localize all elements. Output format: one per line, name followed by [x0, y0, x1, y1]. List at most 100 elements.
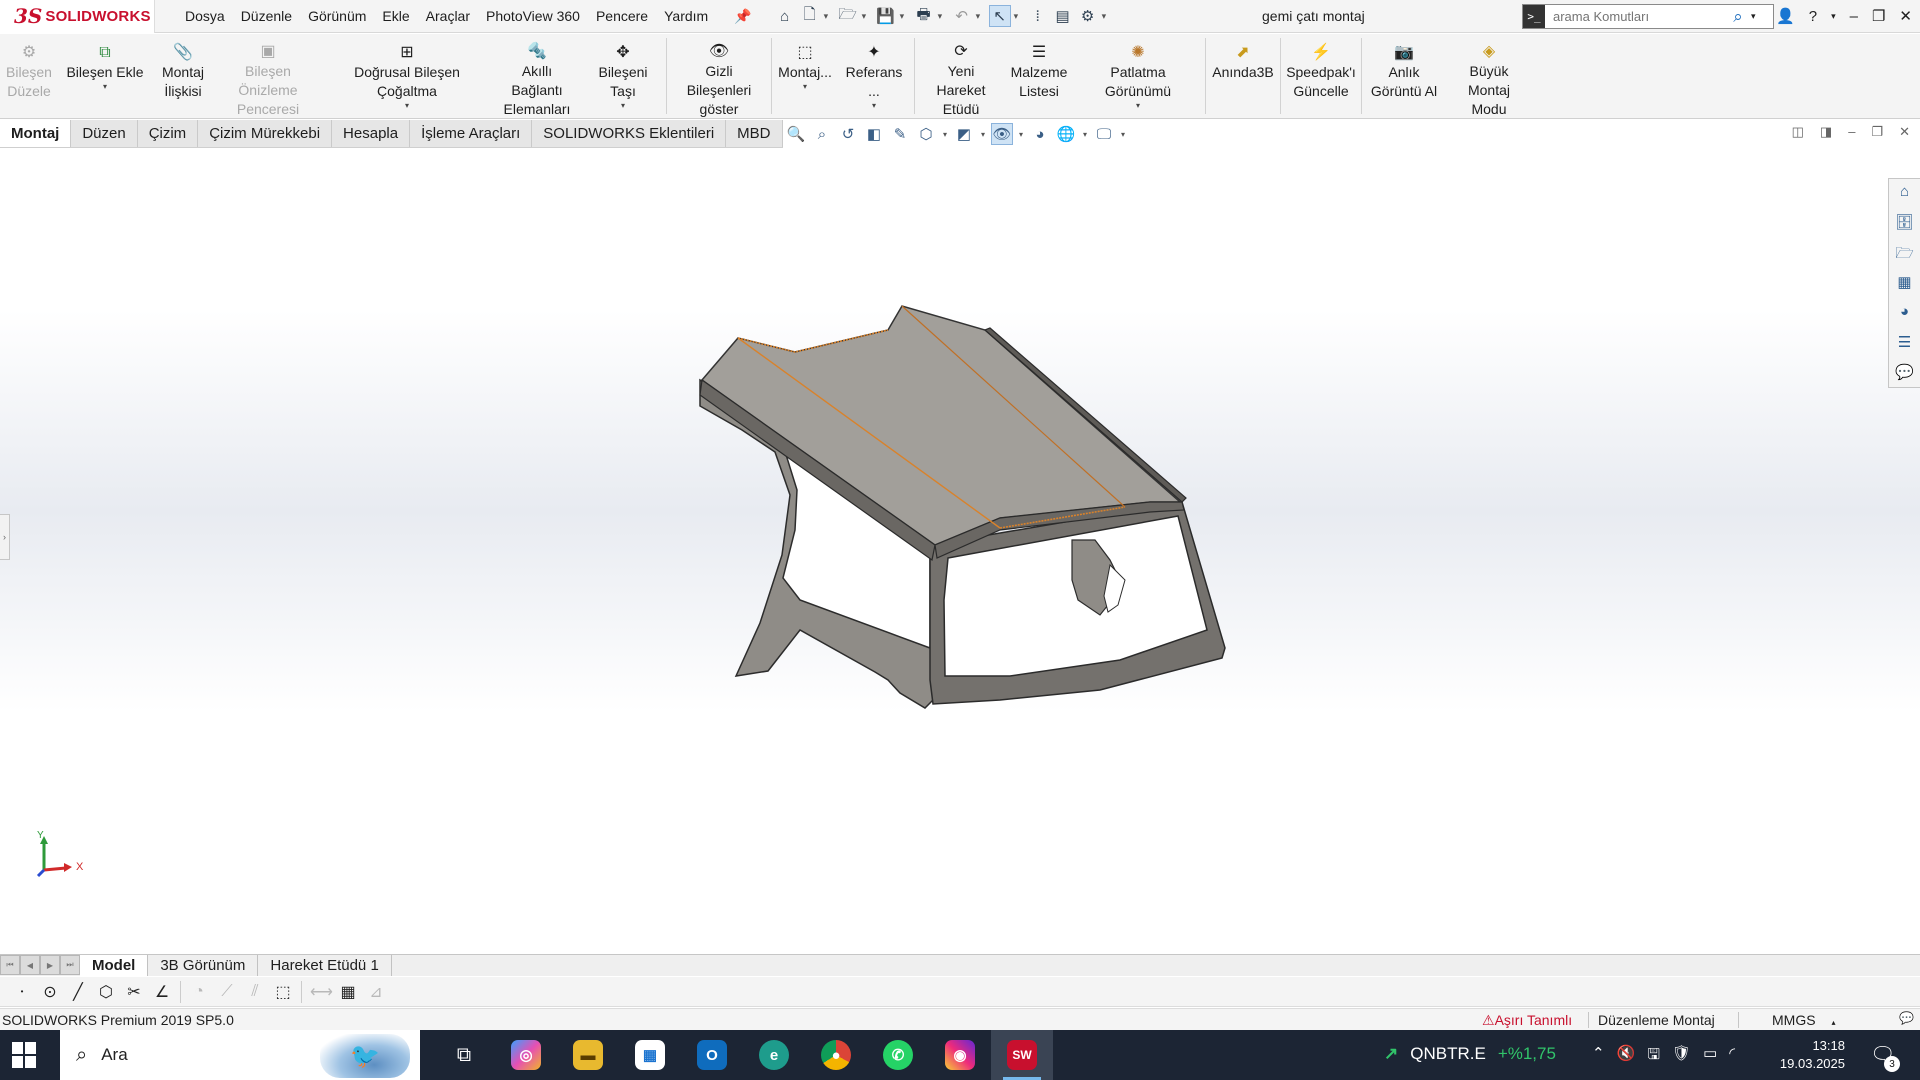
menu-dosya[interactable]: Dosya: [177, 0, 233, 33]
chevron-down-icon[interactable]: ▾: [979, 123, 987, 145]
display-style-icon[interactable]: ◩: [953, 123, 975, 145]
chevron-down-icon[interactable]: ▾: [941, 123, 949, 145]
chevron-down-icon[interactable]: ▾: [824, 11, 834, 22]
security-icon[interactable]: 🛡: [1672, 1044, 1691, 1069]
hide-show-items-icon[interactable]: 👁: [991, 123, 1013, 145]
solidworks-resources-icon[interactable]: ⌂: [1900, 183, 1909, 205]
chevron-down-icon[interactable]: ▾: [1136, 101, 1140, 111]
ship-roof-assembly-model[interactable]: [0, 149, 1920, 954]
notification-icon[interactable]: 🗨 3: [1870, 1042, 1900, 1072]
device-icon[interactable]: 🖫: [1647, 1044, 1660, 1069]
tab-model[interactable]: Model: [80, 955, 149, 976]
definition-status[interactable]: ⚠Aşırı Tanımlı: [1482, 1012, 1572, 1029]
unit-system-selector[interactable]: MMGS ▴: [1772, 1012, 1835, 1028]
chevron-up-icon[interactable]: ⌃: [1592, 1044, 1605, 1069]
close-icon[interactable]: ✕: [1899, 124, 1910, 140]
microsoft-store-icon[interactable]: ▦: [619, 1030, 681, 1080]
show-hidden-components-button[interactable]: 👁 Gizli Bileşenleri göster: [669, 34, 769, 118]
chevron-down-icon[interactable]: ▾: [803, 82, 807, 92]
large-assembly-mode-button[interactable]: ◈ Büyük Montaj Modu: [1444, 34, 1534, 118]
chevron-down-icon[interactable]: ▾: [1102, 11, 1112, 22]
undo-icon[interactable]: ↶: [951, 5, 973, 27]
edit-component-button[interactable]: ⚙ Bileşen Düzele: [0, 34, 58, 118]
save-icon[interactable]: 💾: [875, 5, 897, 27]
chevron-down-icon[interactable]: ▾: [938, 11, 948, 22]
restore-icon[interactable]: ❐: [1872, 0, 1885, 33]
menu-yardim[interactable]: Yardım: [656, 0, 716, 33]
menu-photoview[interactable]: PhotoView 360: [478, 0, 588, 33]
design-library-icon[interactable]: 🗄: [1895, 213, 1914, 235]
close-icon[interactable]: ✕: [1899, 0, 1912, 33]
bill-of-materials-button[interactable]: ☰ Malzeme Listesi: [1005, 34, 1073, 118]
taskbar-search[interactable]: ⌕ Ara 🐦: [60, 1030, 420, 1080]
chevron-down-icon[interactable]: ▾: [862, 11, 872, 22]
search-input[interactable]: [1545, 9, 1725, 24]
whatsapp-icon[interactable]: ✆: [867, 1030, 929, 1080]
tab-isleme-araclari[interactable]: İşleme Araçları: [410, 120, 533, 147]
tab-motion-study[interactable]: Hareket Etüdü 1: [258, 955, 392, 976]
appearances-icon[interactable]: ◕: [1900, 303, 1909, 325]
chevron-down-icon[interactable]: ▾: [103, 82, 107, 92]
insert-component-button[interactable]: ⧉ Bileşen Ekle ▾: [58, 34, 152, 118]
tab-cizim-murekkebi[interactable]: Çizim Mürekkebi: [198, 120, 333, 147]
menu-pencere[interactable]: Pencere: [588, 0, 656, 33]
trim-icon[interactable]: ✂: [124, 982, 144, 1002]
chevron-down-icon[interactable]: ▾: [872, 101, 876, 111]
print-icon[interactable]: 🖶: [913, 5, 935, 27]
minimize-icon[interactable]: –: [1848, 124, 1855, 140]
point-icon[interactable]: •: [12, 987, 32, 996]
assembly-features-button[interactable]: ⬚ Montaj... ▾: [774, 34, 836, 118]
chevron-down-icon[interactable]: ▾: [621, 101, 625, 111]
grid-icon[interactable]: ▦: [338, 982, 358, 1002]
minimize-icon[interactable]: –: [1850, 0, 1858, 33]
tab-3d-view[interactable]: 3B Görünüm: [148, 955, 259, 976]
new-document-icon[interactable]: 🗋: [799, 5, 821, 27]
tab-hesapla[interactable]: Hesapla: [332, 120, 411, 147]
custom-properties-icon[interactable]: ☰: [1898, 333, 1911, 355]
edit-appearance-icon[interactable]: ◕: [1029, 123, 1051, 145]
section-view-icon[interactable]: ◧: [863, 123, 885, 145]
wifi-icon[interactable]: ◜: [1729, 1044, 1735, 1069]
forum-icon[interactable]: 💬: [1895, 363, 1914, 385]
view-settings-icon[interactable]: 🖵: [1093, 123, 1115, 145]
circle-icon[interactable]: ⊙: [40, 982, 60, 1002]
help-icon[interactable]: ?: [1809, 0, 1817, 33]
chevron-down-icon[interactable]: ▾: [1017, 123, 1025, 145]
previous-view-icon[interactable]: ↺: [837, 123, 859, 145]
view-palette-icon[interactable]: ▦: [1897, 273, 1911, 295]
take-snapshot-button[interactable]: 📷 Anlık Görüntü Al: [1364, 34, 1444, 118]
restore-icon[interactable]: ❐: [1871, 124, 1883, 140]
dynamic-annotation-icon[interactable]: ✎: [889, 123, 911, 145]
split-right-icon[interactable]: ◨: [1820, 124, 1832, 140]
chevron-down-icon[interactable]: ▾: [1081, 123, 1089, 145]
mate-button[interactable]: 📎 Montaj İlişkisi: [152, 34, 214, 118]
user-icon[interactable]: 👤: [1776, 0, 1795, 33]
angle-icon[interactable]: ∠: [152, 982, 172, 1002]
home-icon[interactable]: ⌂: [774, 5, 796, 27]
next-tab-icon[interactable]: ▶: [40, 955, 60, 975]
windows-start-icon[interactable]: [12, 1042, 38, 1068]
linear-pattern-button[interactable]: ⊞ Doğrusal Bileşen Çoğaltma ▾: [322, 34, 492, 118]
stock-widget[interactable]: ↗ QNBTR.E +%1,75: [1384, 1044, 1556, 1064]
task-view-icon[interactable]: ⧉: [433, 1030, 495, 1080]
component-preview-button[interactable]: ▣ Bileşen Önizleme Penceresi: [214, 34, 322, 118]
battery-icon[interactable]: ▭: [1703, 1044, 1717, 1069]
last-tab-icon[interactable]: ⏭: [60, 955, 80, 975]
search-highlight-image[interactable]: 🐦: [320, 1034, 410, 1078]
solidworks-logo[interactable]: 3S SOLIDWORKS: [0, 0, 155, 33]
prev-tab-icon[interactable]: ◀: [20, 955, 40, 975]
tab-duzen[interactable]: Düzen: [71, 120, 138, 147]
file-explorer-icon[interactable]: ▬: [557, 1030, 619, 1080]
chrome-icon[interactable]: ●: [805, 1030, 867, 1080]
file-explorer-icon[interactable]: 🗁: [1895, 243, 1914, 265]
polygon-icon[interactable]: ⬡: [96, 982, 116, 1002]
menu-ekle[interactable]: Ekle: [374, 0, 417, 33]
solidworks-taskbar-icon[interactable]: SW: [991, 1030, 1053, 1080]
move-component-button[interactable]: ✥ Bileşeni Taşı ▾: [582, 34, 664, 118]
menu-gorunum[interactable]: Görünüm: [300, 0, 374, 33]
speaker-muted-icon[interactable]: 🔇: [1617, 1044, 1636, 1069]
tab-montaj[interactable]: Montaj: [0, 120, 72, 147]
chevron-down-icon[interactable]: ▾: [1831, 0, 1836, 33]
open-folder-icon[interactable]: 🗁: [837, 5, 859, 27]
zoom-to-fit-icon[interactable]: 🔍: [785, 123, 807, 145]
